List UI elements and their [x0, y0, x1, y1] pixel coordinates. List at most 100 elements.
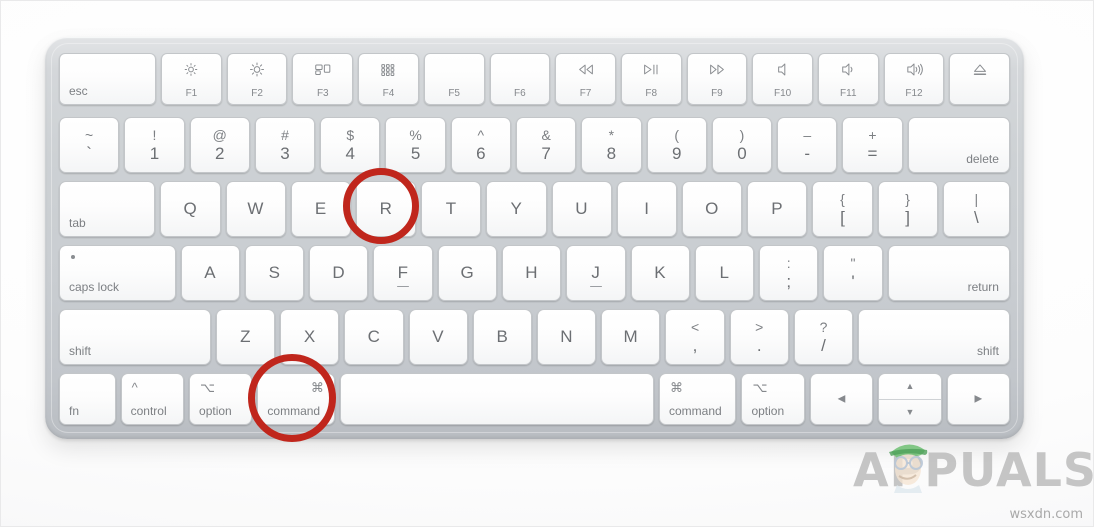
- key-control-left[interactable]: ^ control: [120, 373, 185, 425]
- key-l[interactable]: L: [694, 245, 755, 301]
- key-caps-lock[interactable]: caps lock: [59, 245, 176, 301]
- key-label: G: [460, 263, 475, 282]
- key-d[interactable]: D: [309, 245, 369, 301]
- key-option-right[interactable]: ⌥ option: [741, 373, 805, 425]
- key-t[interactable]: T: [421, 181, 482, 237]
- key-label: O: [705, 199, 719, 218]
- key-seven[interactable]: & 7: [515, 117, 577, 173]
- key-one[interactable]: ! 1: [124, 117, 185, 173]
- key-upper-label: @: [212, 127, 227, 143]
- key-f12[interactable]: F12: [883, 53, 945, 105]
- key-arrow-right[interactable]: ▶: [946, 373, 1010, 425]
- key-arrow-left[interactable]: ◀: [809, 373, 874, 425]
- key-lower-label: ;: [786, 272, 792, 291]
- key-lower-label: =: [867, 144, 878, 163]
- keyboard-row-home-row: caps lock A S D F G H J K L:; " ' return: [59, 245, 1010, 301]
- key-f6[interactable]: F6: [489, 53, 551, 105]
- key-c[interactable]: C: [344, 309, 404, 365]
- key-command-left[interactable]: ⌘ command: [257, 373, 335, 425]
- key-comma[interactable]: <,: [665, 309, 725, 365]
- key-four[interactable]: $4: [320, 117, 381, 173]
- key-zero[interactable]: ) 0: [711, 117, 773, 173]
- key-tab[interactable]: tab: [59, 181, 156, 237]
- key-upper-label: :: [786, 255, 791, 271]
- key-f3[interactable]: F3: [292, 53, 354, 105]
- key-lower-label: 1: [149, 144, 160, 163]
- key-u[interactable]: U: [551, 181, 612, 237]
- key-minus[interactable]: – -: [777, 117, 838, 173]
- key-f4[interactable]: F4: [358, 53, 419, 105]
- appuals-watermark: APPUALS: [853, 441, 1093, 497]
- key-k[interactable]: K: [630, 245, 690, 301]
- key-f[interactable]: F: [373, 245, 433, 301]
- key-arrow-down[interactable]: ▼: [879, 400, 940, 425]
- key-f9[interactable]: F9: [686, 53, 748, 105]
- key-b[interactable]: B: [472, 309, 532, 365]
- key-equals[interactable]: + =: [842, 117, 903, 173]
- key-f10[interactable]: F10: [752, 53, 813, 105]
- key-a[interactable]: A: [180, 245, 240, 301]
- key-quote[interactable]: " ': [823, 245, 883, 301]
- key-label: Z: [240, 327, 251, 346]
- key-e[interactable]: E: [290, 181, 351, 237]
- key-period[interactable]: >.: [729, 309, 789, 365]
- key-bracket-left[interactable]: {[: [812, 181, 873, 237]
- key-i[interactable]: I: [616, 181, 677, 237]
- key-fn-label: F7: [579, 88, 592, 99]
- key-upper-label: |: [974, 191, 979, 207]
- keyboard-row-shift-row: shift Z X C V B N M <, >.? / shift: [59, 309, 1010, 365]
- key-z[interactable]: Z: [215, 309, 276, 365]
- key-nine[interactable]: (9: [646, 117, 707, 173]
- key-x[interactable]: X: [280, 309, 340, 365]
- key-bracket-right[interactable]: }]: [877, 181, 938, 237]
- key-eight[interactable]: * 8: [581, 117, 642, 173]
- key-j[interactable]: J: [566, 245, 626, 301]
- key-r[interactable]: R: [355, 181, 417, 237]
- key-backslash[interactable]: | \: [942, 181, 1010, 237]
- key-m[interactable]: M: [601, 309, 661, 365]
- key-slash[interactable]: ? /: [793, 309, 854, 365]
- key-fn-label: F8: [645, 88, 658, 99]
- key-fn-label: F11: [840, 88, 857, 99]
- key-space[interactable]: [339, 373, 654, 425]
- key-o[interactable]: O: [681, 181, 743, 237]
- key-three[interactable]: #3: [254, 117, 316, 173]
- key-arrow-updown[interactable]: ▲ ▼: [878, 373, 942, 425]
- key-label: L: [719, 263, 730, 282]
- key-w[interactable]: W: [225, 181, 286, 237]
- key-v[interactable]: V: [408, 309, 468, 365]
- key-command-right[interactable]: ⌘ command: [659, 373, 737, 425]
- key-label: shift: [69, 344, 92, 358]
- key-eject[interactable]: [949, 53, 1011, 105]
- key-option-left[interactable]: ⌥ option: [189, 373, 253, 425]
- key-h[interactable]: H: [501, 245, 562, 301]
- key-f1[interactable]: F1: [161, 53, 222, 105]
- key-p[interactable]: P: [747, 181, 808, 237]
- key-label: J: [591, 263, 601, 282]
- key-f11[interactable]: F11: [817, 53, 879, 105]
- key-g[interactable]: G: [437, 245, 497, 301]
- key-f2[interactable]: F2: [226, 53, 288, 105]
- key-f7[interactable]: F7: [555, 53, 616, 105]
- key-semicolon[interactable]: :;: [759, 245, 819, 301]
- key-fn[interactable]: fn: [59, 373, 116, 425]
- key-arrow-up[interactable]: ▲: [879, 374, 941, 400]
- key-delete[interactable]: delete: [907, 117, 1010, 173]
- key-f5[interactable]: F5: [423, 53, 485, 105]
- key-y[interactable]: Y: [486, 181, 547, 237]
- key-shift-right[interactable]: shift: [858, 309, 1010, 365]
- key-f8[interactable]: F8: [620, 53, 682, 105]
- key-esc[interactable]: esc: [59, 53, 157, 105]
- key-dual-label: + =: [843, 118, 901, 172]
- key-two[interactable]: @2: [189, 117, 250, 173]
- key-five[interactable]: % 5: [385, 117, 446, 173]
- key-shift-left[interactable]: shift: [59, 309, 211, 365]
- key-return[interactable]: return: [887, 245, 1010, 301]
- key-label: T: [445, 199, 457, 218]
- key-s[interactable]: S: [244, 245, 305, 301]
- key-six[interactable]: ^ 6: [450, 117, 511, 173]
- key-backtick[interactable]: ~ `: [59, 117, 120, 173]
- key-upper-label: #: [281, 127, 289, 143]
- key-q[interactable]: Q: [160, 181, 221, 237]
- key-n[interactable]: N: [537, 309, 597, 365]
